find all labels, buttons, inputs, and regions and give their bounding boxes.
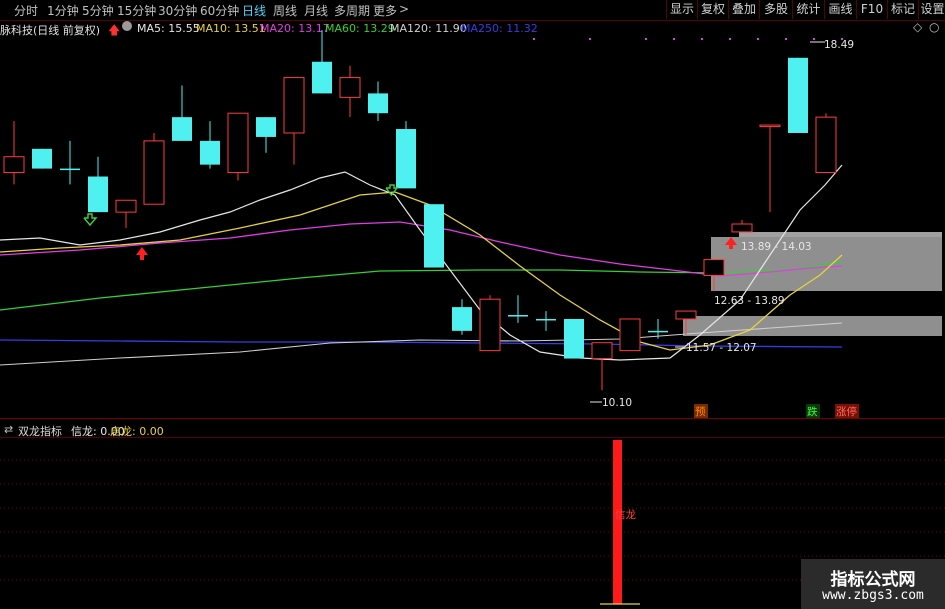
- zone-3-label: 11.57 - 12.07: [686, 342, 757, 354]
- candle-body: [312, 61, 332, 94]
- candle-body: [759, 124, 781, 128]
- zone-lower: [683, 316, 942, 336]
- settings-small-icon[interactable]: ⇄: [4, 423, 13, 436]
- candle-body: [60, 168, 80, 171]
- candle-body: [3, 156, 25, 174]
- candle-body: [564, 318, 584, 359]
- candle-body: [143, 140, 165, 205]
- candle-body: [619, 318, 641, 352]
- candle-body: [648, 330, 668, 333]
- qilong-value: 启龙: 0.00: [110, 425, 164, 438]
- candle-body: [815, 116, 837, 174]
- candle-body: [200, 140, 220, 165]
- zone-1-label: 13.89 - 14.03: [741, 241, 812, 253]
- watermark: 指标公式网 www.zbgs3.com: [801, 559, 945, 609]
- candle-body: [339, 77, 361, 98]
- candle-body: [508, 315, 528, 317]
- candle-body: [256, 117, 276, 137]
- candle-body: [788, 57, 808, 133]
- candle-body: [675, 310, 697, 320]
- candle-body: [479, 298, 501, 352]
- indicator-header: ⇄ 双龙指标 信龙: 0.00 启龙: 0.00: [0, 421, 945, 438]
- candle-body: [368, 93, 388, 114]
- watermark-url: www.zbgs3.com: [822, 588, 924, 603]
- zone-2-label: 12.63 - 13.89: [714, 295, 785, 307]
- high-price-label: 18.49: [824, 39, 854, 51]
- candle-body: [452, 307, 472, 331]
- indicator-name: 双龙指标: [18, 425, 62, 438]
- tag-die: 跌: [807, 405, 818, 418]
- candle-body: [283, 77, 305, 134]
- tag-zhangting: 涨停: [836, 405, 857, 418]
- candle-body: [424, 204, 444, 268]
- watermark-title: 指标公式网: [830, 570, 916, 590]
- xinlong-signal-label: 信龙: [615, 508, 636, 521]
- candle-body: [703, 259, 725, 276]
- candle-body: [32, 148, 52, 169]
- candle-body: [536, 318, 556, 321]
- price-chart: 18.49 10.10 13.89 - 14.03 12.63 - 13.89 …: [0, 30, 945, 605]
- candle-body: [227, 112, 249, 174]
- candle-body: [115, 199, 137, 213]
- candle-body: [396, 129, 416, 189]
- candle-body: [591, 342, 613, 360]
- candle-body: [731, 223, 753, 233]
- xinlong-signal-bar: [613, 440, 622, 604]
- candle-body: [172, 117, 192, 141]
- low-price-label: 10.10: [602, 397, 632, 409]
- tag-yu: 预: [695, 406, 706, 418]
- candle-body: [88, 176, 108, 213]
